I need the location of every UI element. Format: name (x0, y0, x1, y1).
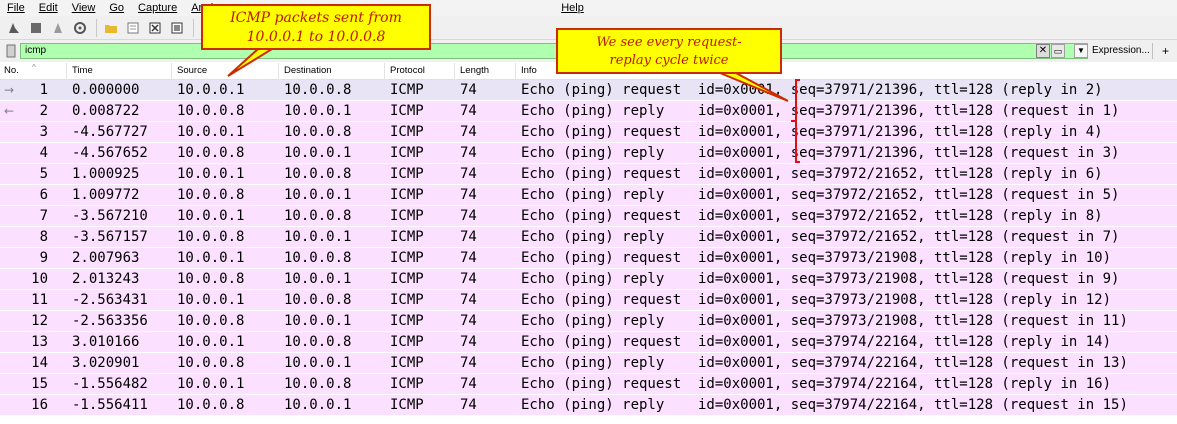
callout-pointer-sent (227, 48, 276, 77)
callout-line: 10.0.0.1 to 10.0.0.8 (246, 29, 386, 45)
callout-line: replay cycle twice (609, 53, 729, 68)
callout-pointer-twice (719, 72, 789, 102)
callout-line: We see every request- (596, 35, 742, 50)
bracket-icon (791, 79, 800, 163)
callout-line: ICMP packets sent from (230, 10, 402, 26)
callout-icmp-sent: ICMP packets sent from 10.0.0.1 to 10.0.… (201, 4, 431, 50)
callout-request-reply-twice: We see every request- replay cycle twice (556, 28, 782, 74)
